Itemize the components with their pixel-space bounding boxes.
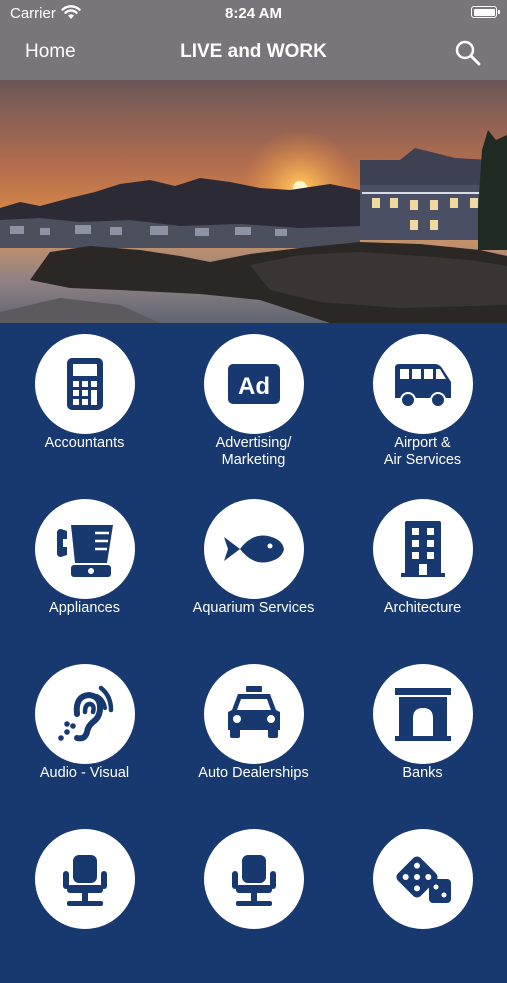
category-icon-circle <box>34 499 135 599</box>
dice-icon <box>395 856 451 903</box>
status-bar: Carrier 8:24 AM <box>0 0 507 26</box>
category-icon-circle <box>34 829 135 929</box>
category-accountants[interactable]: Accountants <box>0 323 169 488</box>
category-entertainment[interactable] <box>338 818 507 983</box>
calculator-icon <box>66 358 103 410</box>
category-advertising-marketing[interactable]: Ad Advertising/ Marketing <box>169 323 338 488</box>
clock: 8:24 AM <box>225 5 282 22</box>
office-chair-icon <box>62 855 107 906</box>
category-label: Audio - Visual <box>39 765 130 781</box>
category-label: Appliances <box>49 600 120 616</box>
category-icon-circle <box>372 334 473 434</box>
blender-phone-icon <box>56 525 113 577</box>
office-chair-icon <box>231 855 276 906</box>
category-aquarium-services[interactable]: Aquarium Services <box>169 488 338 653</box>
category-label: Auto Dealerships <box>198 765 309 781</box>
category-label: Airport & Air Services <box>383 435 462 468</box>
category-icon-circle <box>203 829 304 929</box>
category-office-furniture[interactable] <box>169 818 338 983</box>
sunset-harbor-photo <box>0 130 507 323</box>
category-audio-visual[interactable]: Audio - Visual <box>0 653 169 818</box>
category-label: Aquarium Services <box>192 600 315 616</box>
page-title: LIVE and WORK <box>180 41 327 62</box>
category-appliances[interactable]: Appliances <box>0 488 169 653</box>
svg-text:Ad: Ad <box>238 373 270 400</box>
category-icon-circle <box>372 664 473 764</box>
category-icon-circle <box>34 334 135 434</box>
fish-icon <box>223 535 284 563</box>
nav-bar: Home LIVE and WORK <box>0 26 507 80</box>
category-label: Advertising/ Marketing <box>215 435 292 468</box>
search-icon[interactable] <box>454 39 482 67</box>
category-airport-air-services[interactable]: Airport & Air Services <box>338 323 507 488</box>
category-architecture[interactable]: Architecture <box>338 488 507 653</box>
ad-icon: Ad <box>227 364 280 404</box>
category-icon-circle <box>203 664 304 764</box>
shuttle-van-icon <box>394 364 451 408</box>
building-icon <box>400 521 445 577</box>
category-icon-circle <box>372 499 473 599</box>
battery-icon <box>471 6 500 18</box>
category-label: Architecture <box>383 600 462 616</box>
hero-image <box>0 80 507 323</box>
category-office-furniture[interactable] <box>0 818 169 983</box>
hearing-icon <box>57 685 113 742</box>
category-icon-circle <box>372 829 473 929</box>
category-label: Accountants <box>44 435 125 451</box>
category-icon-circle <box>203 499 304 599</box>
taxi-icon <box>227 686 280 738</box>
category-icon-circle: Ad <box>203 334 304 434</box>
category-auto-dealerships[interactable]: Auto Dealerships <box>169 653 338 818</box>
archway-icon <box>394 688 451 741</box>
category-label: Banks <box>402 765 443 781</box>
category-banks[interactable]: Banks <box>338 653 507 818</box>
category-icon-circle <box>34 664 135 764</box>
